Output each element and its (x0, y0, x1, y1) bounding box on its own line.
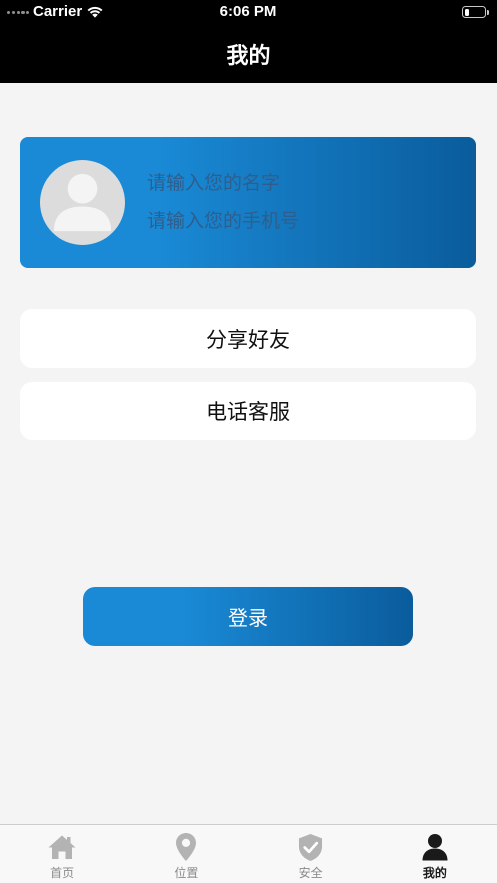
battery-cap (486, 9, 489, 15)
battery-fill (464, 8, 470, 16)
wifi-arc-inner (89, 10, 101, 14)
signal-dot (16, 11, 20, 15)
wifi-icon (87, 6, 103, 18)
shield-check-icon (296, 832, 326, 862)
signal-dot (21, 11, 25, 15)
person-body (422, 848, 448, 861)
signal-icon (7, 11, 30, 15)
shield-shape (299, 833, 323, 861)
battery-track (462, 6, 486, 18)
share-friends-button[interactable]: 分享好友 (20, 309, 476, 368)
page-title: 我的 (226, 43, 271, 69)
header: Carrier 6:06 PM 我的 (0, 0, 497, 83)
person-icon-graphic (422, 834, 448, 861)
tab-location[interactable]: 位置 (124, 825, 248, 883)
signal-dot (26, 11, 30, 15)
name-input[interactable] (147, 169, 447, 197)
avatar-head (67, 173, 98, 204)
tab-label: 安全 (298, 866, 323, 880)
profile-card (20, 137, 476, 268)
phone-service-button[interactable]: 电话客服 (20, 382, 476, 440)
battery-icon (462, 6, 489, 18)
person-head (427, 834, 442, 848)
signal-dot (11, 11, 15, 15)
status-bar: Carrier 6:06 PM (0, 0, 497, 24)
home-icon-graphic (48, 835, 76, 859)
location-pin-icon (171, 832, 201, 862)
login-button[interactable]: 登录 (83, 587, 413, 646)
tab-home[interactable]: 首页 (0, 825, 124, 883)
tab-label: 我的 (422, 866, 447, 880)
nav-bar: 我的 (0, 24, 497, 83)
tab-label: 位置 (174, 866, 199, 880)
avatar-placeholder-icon (40, 160, 125, 245)
avatar[interactable] (40, 160, 125, 245)
tab-label: 首页 (50, 866, 75, 880)
home-icon (47, 832, 77, 862)
home-house (48, 835, 76, 859)
location-pin-icon-graphic (176, 833, 197, 861)
status-time: 6:06 PM (219, 3, 277, 20)
tab-security[interactable]: 安全 (249, 825, 373, 883)
wifi-dot (92, 13, 98, 18)
tab-bar: 首页 位置 安全 我的 (0, 824, 497, 883)
shield-check-icon-graphic (299, 833, 323, 861)
tab-mine[interactable]: 我的 (373, 825, 497, 883)
signal-dot (7, 11, 11, 15)
location-pin-shape (176, 833, 197, 861)
person-icon (420, 832, 450, 862)
carrier-name: Carrier (33, 3, 83, 20)
phone-input[interactable] (147, 207, 447, 235)
